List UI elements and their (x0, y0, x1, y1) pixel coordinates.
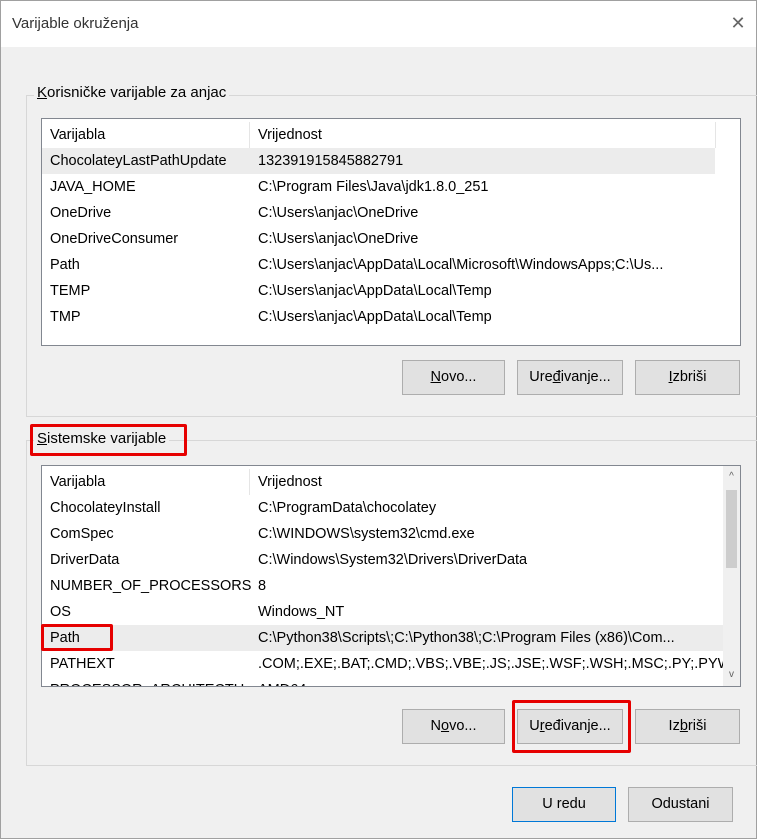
title-bar: Varijable okruženja ✕ (1, 1, 756, 47)
ok-button[interactable]: U redu (512, 787, 616, 822)
column-header-variable[interactable]: Varijabla (50, 469, 105, 495)
environment-variables-dialog: Varijable okruženja ✕ Korisničke varijab… (0, 0, 757, 839)
variable-name: ComSpec (50, 526, 114, 542)
user-new-button[interactable]: Novo... (402, 360, 505, 395)
variable-value: C:\Users\anjac\OneDrive (258, 231, 419, 247)
variable-value: C:\Users\anjac\OneDrive (258, 205, 419, 221)
system-new-button[interactable]: Novo... (402, 709, 505, 744)
variable-name: Path (50, 257, 80, 273)
column-header-value[interactable]: Vrijednost (258, 122, 322, 148)
table-row[interactable]: PROCESSOR_ARCHITECTU... AMD64 (42, 677, 725, 686)
variable-name: OneDriveConsumer (50, 231, 179, 247)
table-row[interactable]: JAVA_HOME C:\Program Files\Java\jdk1.8.0… (42, 174, 715, 200)
variable-value: 132391915845882791 (258, 153, 404, 169)
variable-name: OS (50, 604, 71, 620)
scroll-up-icon[interactable]: ^ (723, 468, 740, 485)
variable-value: C:\Users\anjac\AppData\Local\Microsoft\W… (258, 257, 664, 273)
cancel-button[interactable]: Odustani (628, 787, 733, 822)
variable-name: Path (50, 630, 80, 646)
variable-name: OneDrive (50, 205, 112, 221)
variable-value: C:\WINDOWS\system32\cmd.exe (258, 526, 475, 542)
table-row[interactable]: DriverData C:\Windows\System32\Drivers\D… (42, 547, 725, 573)
variable-name: ChocolateyInstall (50, 500, 161, 516)
user-list-header: Varijabla Vrijednost (42, 122, 740, 148)
table-row[interactable]: PATHEXT .COM;.EXE;.BAT;.CMD;.VBS;.VBE;.J… (42, 651, 731, 677)
system-variables-list[interactable]: Varijabla Vrijednost ChocolateyInstall C… (41, 465, 741, 687)
column-header-variable[interactable]: Varijabla (50, 122, 105, 148)
table-row[interactable]: OneDriveConsumer C:\Users\anjac\OneDrive (42, 226, 715, 252)
user-edit-button[interactable]: Uređivanje... (517, 360, 623, 395)
table-row[interactable]: TMP C:\Users\anjac\AppData\Local\Temp (42, 304, 715, 330)
variable-value: C:\ProgramData\chocolatey (258, 500, 437, 516)
system-list-header: Varijabla Vrijednost (42, 469, 725, 495)
table-row[interactable]: Path C:\Users\anjac\AppData\Local\Micros… (42, 252, 715, 278)
variable-name: PATHEXT (50, 656, 115, 672)
system-delete-button[interactable]: Izbriši (635, 709, 740, 744)
table-row[interactable]: ChocolateyLastPathUpdate 132391915845882… (42, 148, 715, 174)
variable-value: 8 (258, 578, 267, 594)
variable-name: TMP (50, 309, 81, 325)
table-row[interactable]: OneDrive C:\Users\anjac\OneDrive (42, 200, 715, 226)
variable-name: DriverData (50, 552, 120, 568)
variable-name: NUMBER_OF_PROCESSORS (50, 578, 252, 594)
vertical-scrollbar[interactable]: ^ v (723, 466, 740, 686)
variable-name: PROCESSOR_ARCHITECTU... (50, 677, 256, 686)
variable-name: JAVA_HOME (50, 179, 136, 195)
variable-value: C:\Users\anjac\AppData\Local\Temp (258, 283, 492, 299)
scroll-down-icon[interactable]: v (723, 666, 740, 683)
variable-value: AMD64 (258, 677, 306, 686)
table-row[interactable]: NUMBER_OF_PROCESSORS 8 (42, 573, 725, 599)
table-row[interactable]: Path C:\Python38\Scripts\;C:\Python38\;C… (42, 625, 725, 651)
variable-value: Windows_NT (258, 604, 345, 620)
table-row[interactable]: TEMP C:\Users\anjac\AppData\Local\Temp (42, 278, 715, 304)
variable-value: C:\Python38\Scripts\;C:\Python38\;C:\Pro… (258, 630, 675, 646)
user-variables-label: Korisničke varijable za anjac (34, 84, 230, 101)
column-header-value[interactable]: Vrijednost (258, 469, 322, 495)
variable-name: TEMP (50, 283, 91, 299)
table-row[interactable]: OS Windows_NT (42, 599, 725, 625)
table-row[interactable]: ComSpec C:\WINDOWS\system32\cmd.exe (42, 521, 725, 547)
variable-value: C:\Program Files\Java\jdk1.8.0_251 (258, 179, 489, 195)
window-title: Varijable okruženja (12, 15, 139, 32)
system-variables-label: Sistemske varijable (34, 430, 170, 447)
variable-value: C:\Users\anjac\AppData\Local\Temp (258, 309, 492, 325)
user-delete-button[interactable]: Izbriši (635, 360, 740, 395)
user-variables-list[interactable]: Varijabla Vrijednost ChocolateyLastPathU… (41, 118, 741, 346)
system-edit-button[interactable]: Uređivanje... (517, 709, 623, 744)
scrollbar-thumb[interactable] (726, 490, 737, 568)
close-icon[interactable]: ✕ (728, 13, 748, 33)
table-row[interactable]: ChocolateyInstall C:\ProgramData\chocola… (42, 495, 725, 521)
variable-value: .COM;.EXE;.BAT;.CMD;.VBS;.VBE;.JS;.JSE;.… (258, 656, 732, 672)
variable-value: C:\Windows\System32\Drivers\DriverData (258, 552, 528, 568)
variable-name: ChocolateyLastPathUpdate (50, 153, 227, 169)
